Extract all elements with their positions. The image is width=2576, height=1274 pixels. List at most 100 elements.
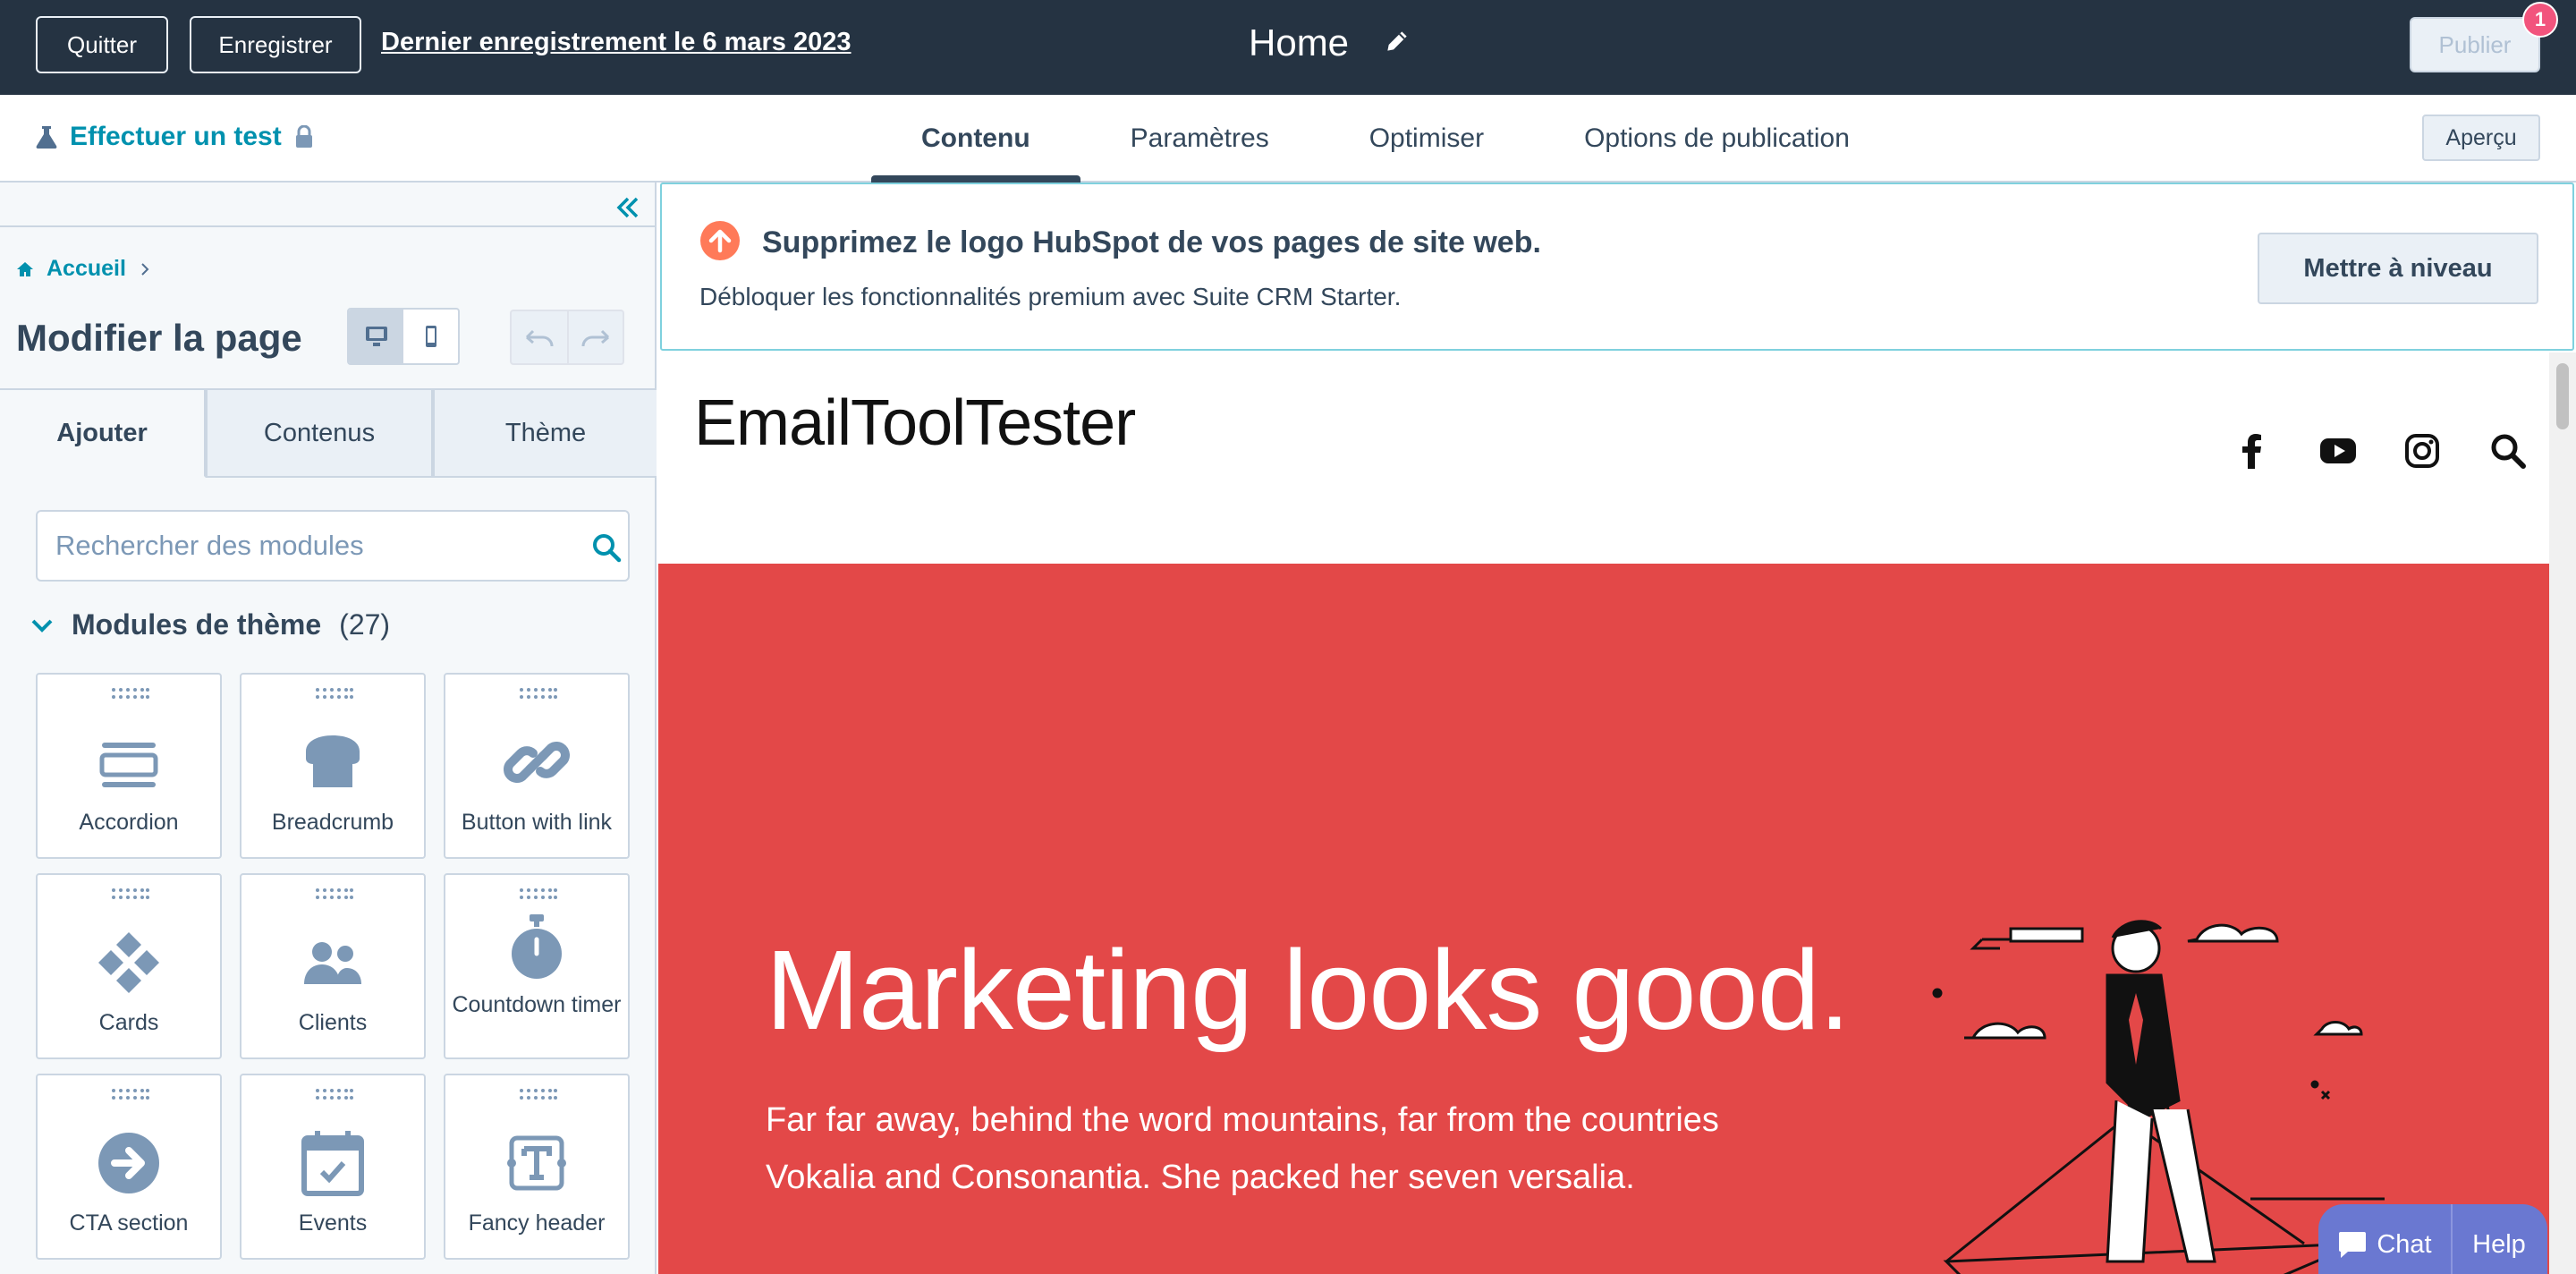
top-bar: Quitter Enregistrer Dernier enregistreme…	[0, 0, 2576, 95]
device-toggle	[347, 308, 460, 365]
undo-button[interactable]	[512, 311, 567, 363]
chat-button[interactable]: Chat	[2318, 1204, 2453, 1274]
chevron-down-icon	[31, 619, 53, 633]
drag-handle-icon[interactable]	[519, 687, 558, 700]
module-label: Breadcrumb	[271, 810, 394, 835]
desktop-icon	[365, 327, 387, 346]
quit-button[interactable]: Quitter	[36, 16, 168, 73]
search-icon[interactable]	[590, 531, 623, 564]
arrow-right-circle-icon	[98, 1133, 159, 1193]
drag-handle-icon[interactable]	[519, 888, 558, 900]
run-test-label: Effectuer un test	[70, 122, 282, 151]
upgrade-banner: Supprimez le logo HubSpot de vos pages d…	[660, 183, 2574, 351]
redo-button[interactable]	[567, 311, 623, 363]
drag-handle-icon[interactable]	[315, 888, 354, 900]
instagram-icon[interactable]	[2402, 431, 2442, 471]
run-test-link[interactable]: Effectuer un test	[36, 122, 314, 152]
drag-handle-icon[interactable]	[519, 1088, 558, 1100]
drag-handle-icon[interactable]	[315, 1088, 354, 1100]
module-label: CTA section	[69, 1210, 189, 1236]
preview-scrollbar[interactable]	[2549, 352, 2576, 1274]
hero-title: Marketing looks good.	[766, 927, 1851, 1053]
sidebar-tabs: Ajouter Contenus Thème	[0, 388, 657, 478]
module-label: Events	[298, 1210, 368, 1236]
calendar-icon	[301, 1131, 364, 1196]
breadcrumb[interactable]: Accueil	[16, 256, 151, 282]
hero-section: Marketing looks good. Far far away, behi…	[658, 564, 2549, 1274]
notification-badge: 1	[2522, 2, 2558, 38]
lock-icon	[295, 125, 312, 148]
tab-contenus[interactable]: Contenus	[206, 388, 433, 478]
module-card-cards[interactable]: Cards	[36, 873, 222, 1059]
module-label: Accordion	[79, 810, 179, 835]
history-controls	[510, 310, 624, 365]
home-icon	[17, 261, 33, 276]
save-button[interactable]: Enregistrer	[190, 16, 361, 73]
upgrade-arrow-icon	[700, 221, 740, 260]
accordion-icon	[99, 743, 158, 787]
upgrade-button[interactable]: Mettre à niveau	[2258, 233, 2538, 304]
page-preview: Supprimez le logo HubSpot de vos pages d…	[658, 183, 2576, 1274]
chat-label: Chat	[2377, 1229, 2432, 1259]
text-icon	[507, 1135, 566, 1191]
youtube-icon[interactable]	[2318, 431, 2358, 471]
hero-text-line-2: Vokalia and Consonantia. She packed her …	[766, 1159, 1635, 1196]
module-card-events[interactable]: Events	[240, 1074, 426, 1260]
hero-text-line-1: Far far away, behind the word mountains,…	[766, 1101, 1719, 1139]
cards-icon	[98, 932, 159, 993]
tab-options-publication[interactable]: Options de publication	[1534, 95, 1900, 183]
page-title: Home	[1249, 21, 1350, 64]
module-label: Cards	[98, 1010, 159, 1035]
drag-handle-icon[interactable]	[111, 687, 150, 700]
facebook-icon[interactable]	[2233, 431, 2272, 471]
breadcrumb-icon	[306, 735, 360, 787]
breadcrumb-home-link[interactable]: Accueil	[47, 256, 126, 282]
chevron-right-icon	[141, 262, 149, 276]
clients-icon	[304, 942, 361, 984]
section-name: Modules de thème	[72, 608, 322, 641]
preview-button[interactable]: Aperçu	[2422, 115, 2540, 161]
module-card-breadcrumb[interactable]: Breadcrumb	[240, 673, 426, 859]
module-label: Countdown timer	[452, 992, 622, 1017]
sidebar-title: Modifier la page	[16, 317, 302, 359]
pencil-icon[interactable]	[1383, 27, 1411, 55]
scrollbar-thumb[interactable]	[2556, 363, 2569, 429]
section-count: (27)	[339, 608, 391, 641]
tab-theme[interactable]: Thème	[433, 388, 657, 478]
tab-contenu[interactable]: Contenu	[871, 95, 1080, 183]
drag-handle-icon[interactable]	[111, 888, 150, 900]
banner-subtitle: Débloquer les fonctionnalités premium av…	[699, 283, 1402, 310]
chat-bubble-icon	[2339, 1232, 2367, 1258]
tab-optimiser[interactable]: Optimiser	[1319, 95, 1534, 183]
site-logo[interactable]: EmailToolTester	[694, 386, 1136, 460]
module-card-accordion[interactable]: Accordion	[36, 673, 222, 859]
site-search-icon[interactable]	[2488, 431, 2528, 471]
drag-handle-icon[interactable]	[111, 1088, 150, 1100]
flask-icon	[36, 126, 57, 149]
module-card-fancy-header[interactable]: Fancy header	[444, 1074, 630, 1260]
publish-button[interactable]: Publier	[2410, 17, 2540, 72]
link-icon	[504, 742, 570, 783]
banner-title: Supprimez le logo HubSpot de vos pages d…	[762, 225, 1541, 259]
hero-text: Far far away, behind the word mountains,…	[766, 1091, 1839, 1206]
module-card-button-with-link[interactable]: Button with link	[444, 673, 630, 859]
undo-icon	[525, 329, 554, 347]
mobile-icon	[425, 326, 436, 347]
drag-handle-icon[interactable]	[315, 687, 354, 700]
module-label: Fancy header	[468, 1210, 606, 1236]
chat-widget: Chat Help	[2318, 1204, 2547, 1274]
tab-ajouter[interactable]: Ajouter	[0, 388, 206, 478]
module-card-cta-section[interactable]: CTA section	[36, 1074, 222, 1260]
editor-sidebar: Accueil Modifier la page Ajouter Contenu…	[0, 183, 657, 1274]
help-button[interactable]: Help	[2453, 1204, 2546, 1274]
last-saved-link[interactable]: Dernier enregistrement le 6 mars 2023	[381, 28, 852, 57]
module-card-clients[interactable]: Clients	[240, 873, 426, 1059]
theme-modules-header[interactable]: Modules de thème (27)	[30, 608, 390, 641]
desktop-view-button[interactable]	[349, 310, 403, 363]
tab-parametres[interactable]: Paramètres	[1080, 95, 1319, 183]
module-card-countdown-timer[interactable]: Countdown timer	[444, 873, 630, 1059]
collapse-sidebar-icon[interactable]	[614, 193, 642, 222]
mobile-view-button[interactable]	[403, 310, 458, 363]
search-input[interactable]	[55, 526, 556, 565]
main-tabs: Contenu Paramètres Optimiser Options de …	[871, 95, 1900, 183]
